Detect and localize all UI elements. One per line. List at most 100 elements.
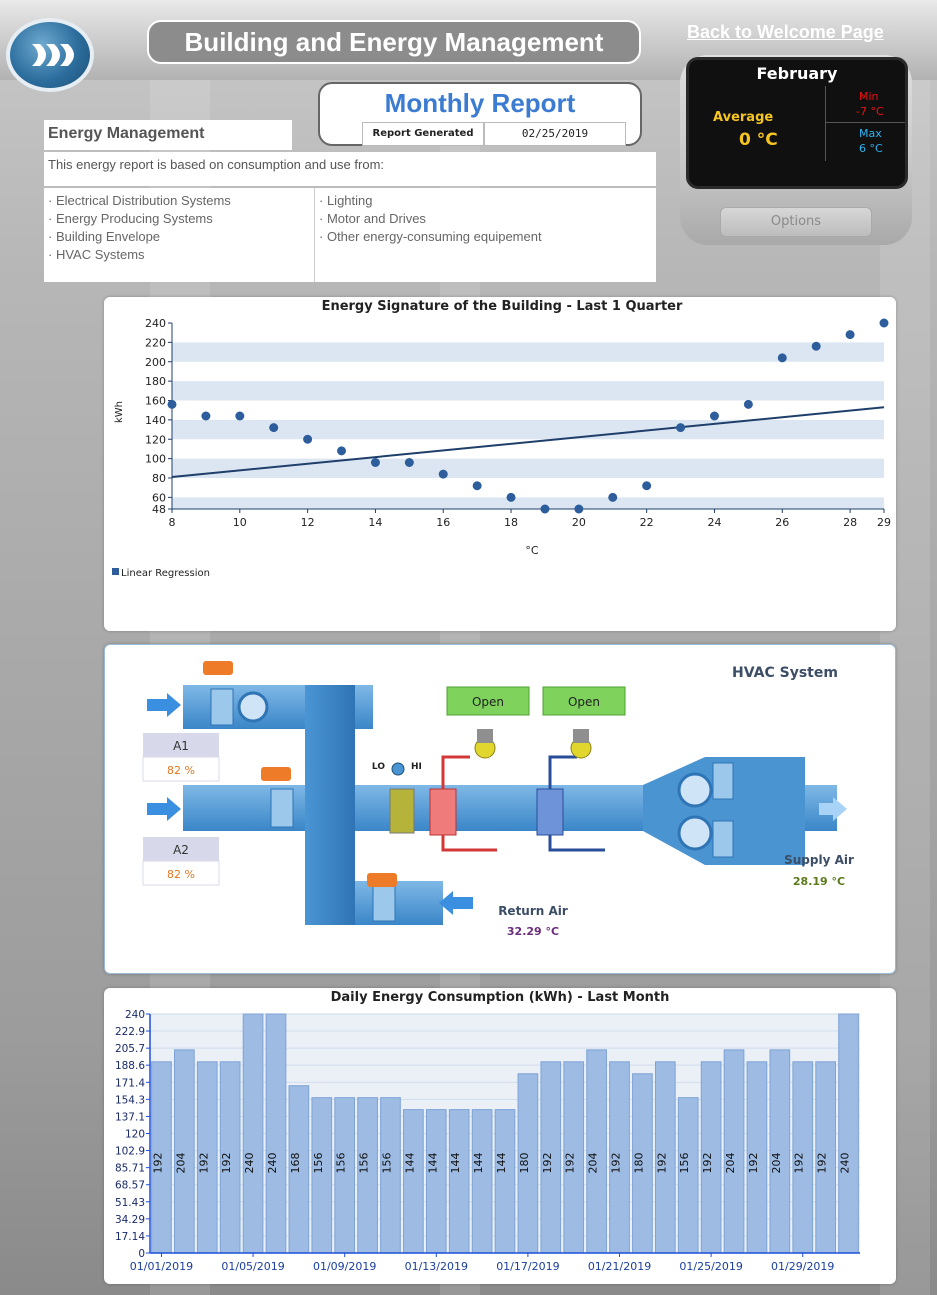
x-tick-label: 14 — [368, 516, 382, 529]
hvac-diagram: HVAC System Open Open LO HI A1 82 % A2 8… — [142, 661, 854, 938]
bar-value-label: 144 — [426, 1153, 439, 1174]
heating-coil-icon — [429, 788, 457, 836]
bar — [334, 1097, 356, 1254]
x-tick-label: 01/01/2019 — [130, 1260, 193, 1273]
grid-band — [172, 342, 884, 362]
bar-value-label: 204 — [724, 1153, 737, 1174]
bar — [838, 1013, 859, 1254]
return-air-arrow-icon — [439, 891, 473, 915]
return-air-label: Return Air — [498, 904, 568, 918]
app-title: Building and Energy Management — [147, 20, 641, 64]
valve-actuator-icon — [573, 729, 589, 743]
damper-grille-icon — [270, 788, 294, 828]
y-tick-label: 205.7 — [115, 1043, 145, 1055]
energy-source-item: · Lighting — [319, 193, 373, 208]
report-generated-date: 02/25/2019 — [484, 122, 626, 146]
grid-band — [172, 381, 884, 401]
energy-source-item: · Energy Producing Systems — [48, 211, 213, 226]
air-intake-arrow-icon — [147, 797, 181, 821]
weather-divider — [825, 86, 826, 161]
x-tick-label: 22 — [640, 516, 654, 529]
valve1-status-label: Open — [472, 695, 504, 709]
bar-value-label: 192 — [793, 1153, 806, 1174]
y-tick-label: 34.29 — [115, 1214, 145, 1226]
data-point — [201, 411, 211, 421]
y-tick-label: 220 — [145, 336, 166, 349]
data-point — [370, 458, 380, 467]
grid-band — [172, 419, 884, 440]
bar-value-label: 192 — [197, 1153, 210, 1174]
y-tick-label: 160 — [145, 395, 166, 408]
y-tick-label: 60 — [152, 491, 166, 504]
damper-actuator-icon — [203, 661, 233, 675]
bar-value-label: 192 — [151, 1153, 164, 1174]
bar-value-label: 144 — [403, 1153, 416, 1174]
bar-value-label: 192 — [564, 1153, 577, 1174]
energy-sources-list: · Electrical Distribution Systems · Ener… — [44, 188, 656, 282]
report-title: Monthly Report — [384, 88, 576, 118]
bar — [586, 1049, 607, 1254]
a2-label: A2 — [173, 843, 189, 857]
bar-value-label: 192 — [701, 1153, 714, 1174]
weather-divider — [825, 122, 905, 123]
bar — [403, 1109, 424, 1254]
valve2-status-label: Open — [568, 695, 600, 709]
intake-fan-icon — [237, 691, 269, 723]
weather-min-label: Min — [859, 90, 879, 103]
y-tick-label: 140 — [145, 414, 166, 427]
y-tick-label: 154.3 — [115, 1094, 145, 1106]
bar-value-label: 144 — [495, 1153, 508, 1174]
y-tick-label: 120 — [145, 433, 166, 446]
company-logo — [6, 18, 94, 92]
y-tick-label: 120 — [125, 1129, 145, 1141]
a1-label: A1 — [173, 739, 189, 753]
y-tick-label: 188.6 — [115, 1060, 145, 1072]
data-point — [438, 469, 448, 479]
data-point — [709, 411, 719, 421]
data-point — [269, 423, 279, 433]
x-tick-label: 01/21/2019 — [588, 1260, 651, 1273]
bar-value-label: 192 — [220, 1153, 233, 1174]
a2-value: 82 % — [167, 868, 195, 881]
y-tick-label: 180 — [145, 375, 166, 388]
data-point — [642, 481, 652, 491]
bar — [494, 1109, 516, 1254]
damper-actuator-icon — [367, 873, 397, 887]
bar-value-label: 156 — [312, 1153, 325, 1174]
hi-label: HI — [411, 762, 422, 772]
data-point — [303, 434, 313, 444]
bar-value-label: 156 — [380, 1153, 393, 1174]
bar-value-label: 192 — [541, 1153, 554, 1174]
data-point — [472, 481, 482, 491]
grid-band — [172, 497, 884, 509]
bar-value-label: 240 — [266, 1153, 279, 1174]
bar — [311, 1097, 333, 1254]
bar — [677, 1097, 699, 1254]
bar-value-label: 144 — [449, 1153, 462, 1174]
bar — [425, 1109, 447, 1254]
data-point — [506, 492, 516, 502]
back-to-welcome-link[interactable]: Back to Welcome Page — [687, 22, 884, 43]
y-tick-label: 102.9 — [115, 1146, 145, 1158]
bar-value-label: 192 — [747, 1153, 760, 1174]
y-tick-label: 100 — [145, 453, 166, 466]
x-tick-label: 16 — [436, 516, 450, 529]
data-point — [743, 399, 753, 409]
hot-water-pipe — [441, 755, 470, 789]
supply-fan-icon — [677, 815, 713, 851]
legend-label: Linear Regression — [121, 568, 210, 579]
energy-management-description: This energy report is based on consumpti… — [44, 152, 656, 186]
y-tick-label: 0 — [138, 1248, 145, 1260]
y-tick-label: 80 — [152, 472, 166, 485]
bar-value-label: 156 — [335, 1153, 348, 1174]
bar — [357, 1097, 378, 1254]
y-tick-label: 240 — [125, 1009, 145, 1021]
report-generated-label: Report Generated — [362, 122, 484, 146]
y-tick-label: 171.4 — [115, 1077, 145, 1089]
weather-month: February — [756, 64, 838, 83]
bar-value-label: 204 — [770, 1153, 783, 1174]
weather-options-button[interactable]: Options — [720, 207, 872, 237]
supply-air-label: Supply Air — [784, 853, 854, 867]
bar — [723, 1049, 745, 1254]
energy-sources-right: · Lighting · Motor and Drives · Other en… — [315, 188, 542, 282]
